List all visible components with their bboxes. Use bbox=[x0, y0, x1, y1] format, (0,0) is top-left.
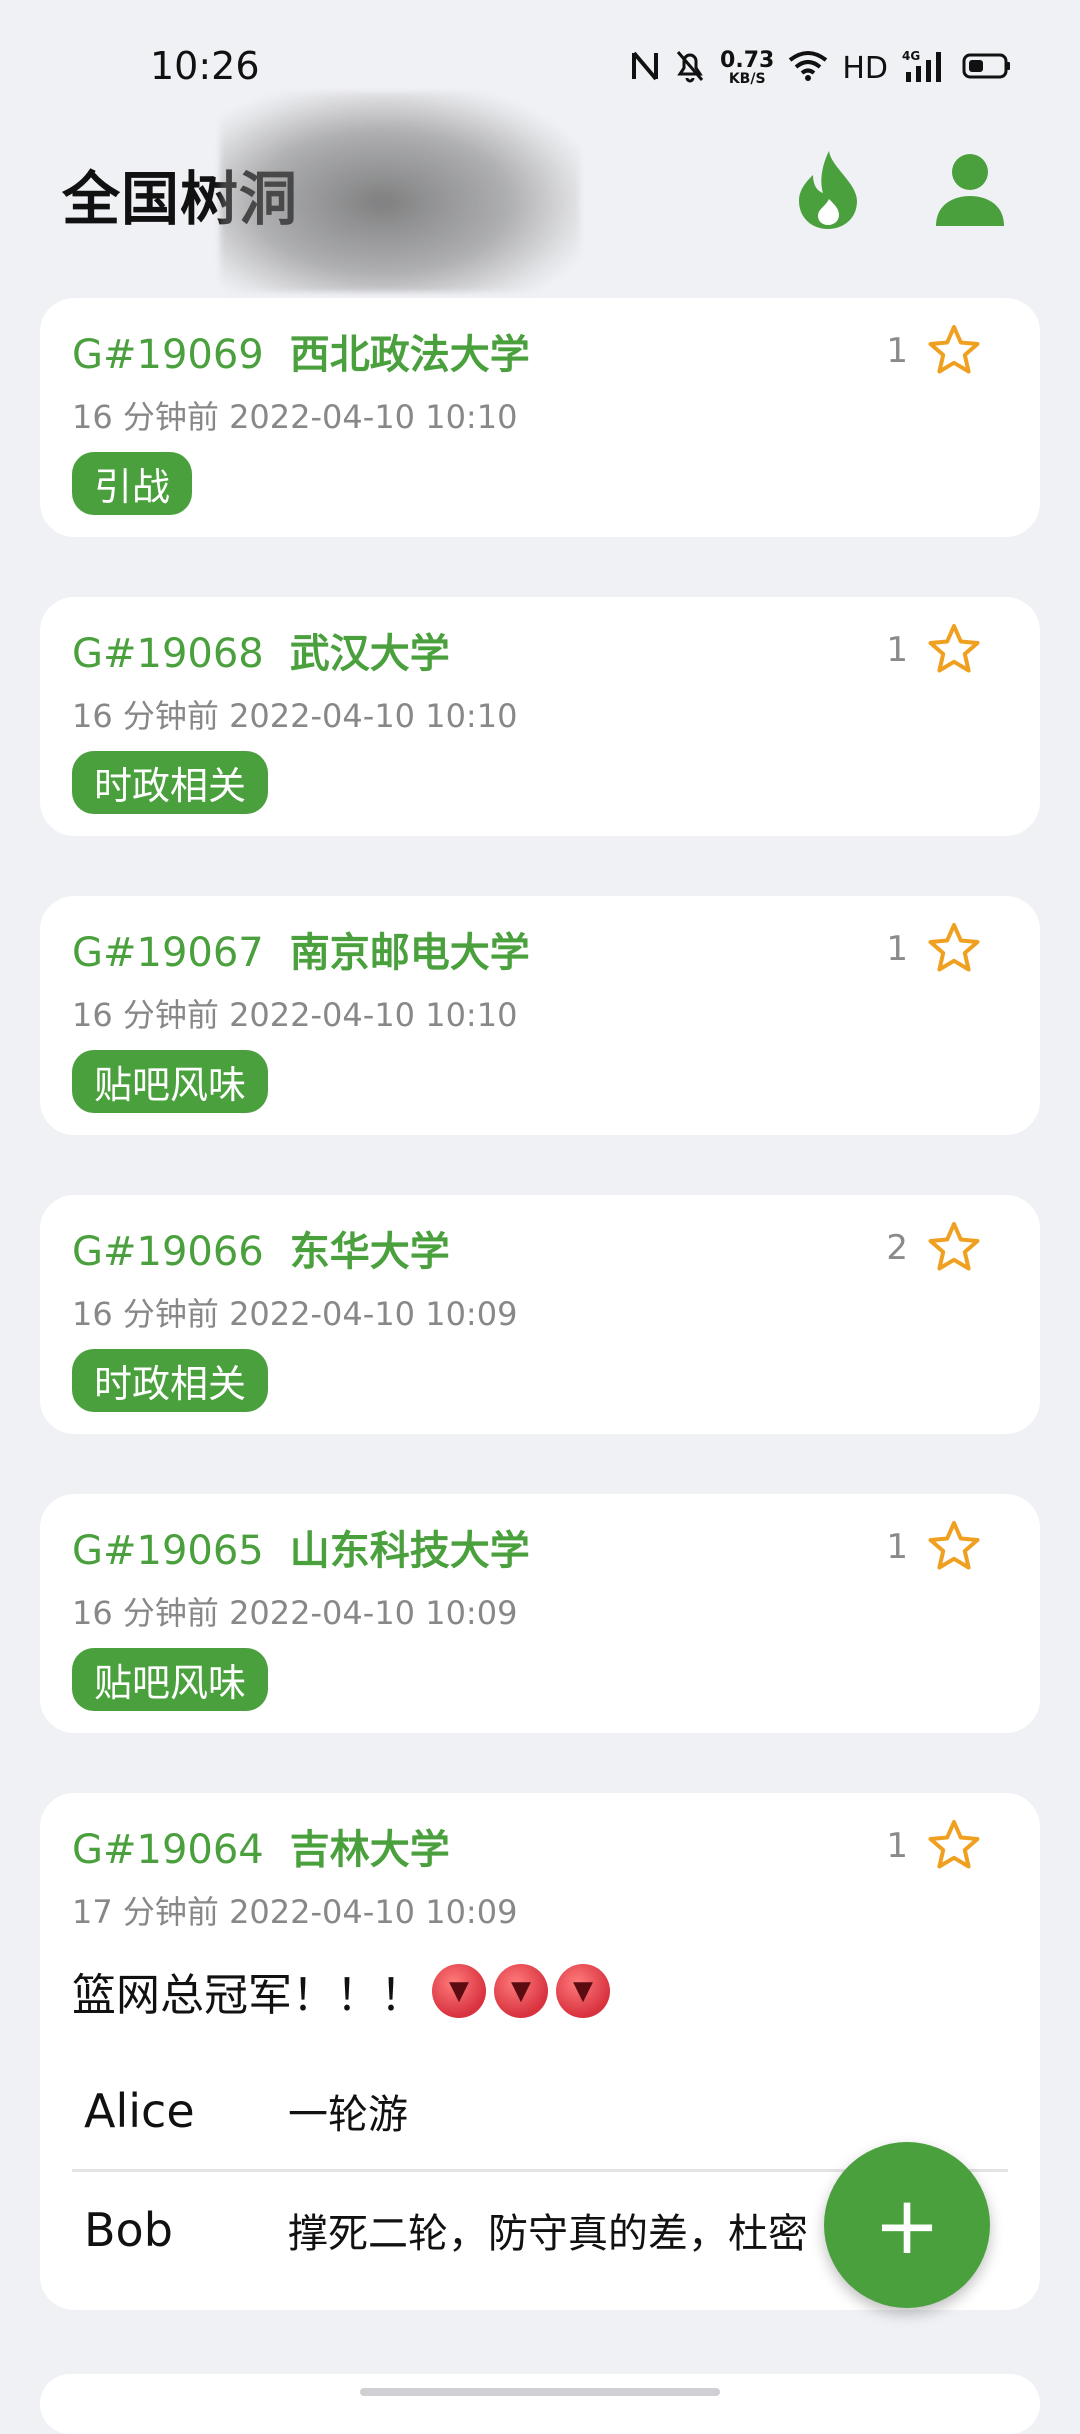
new-post-button[interactable]: + bbox=[824, 2142, 990, 2308]
star-icon[interactable] bbox=[926, 1819, 982, 1873]
profile-button[interactable] bbox=[920, 140, 1020, 240]
network-label: 4G bbox=[902, 49, 920, 63]
star-icon[interactable] bbox=[926, 1221, 982, 1275]
comment-text: 一轮游 bbox=[288, 2092, 408, 2138]
post-body: 篮网总冠军！！！ ▼ ▼ ▼ bbox=[72, 1959, 1008, 2023]
favorite-control[interactable]: 1 bbox=[886, 922, 982, 976]
angry-face-icon: ▼ bbox=[556, 1964, 610, 2018]
status-time: 10:26 bbox=[150, 44, 260, 88]
post-tag[interactable]: 引战 bbox=[72, 452, 193, 515]
post-school: 南京邮电大学 bbox=[289, 930, 530, 976]
post-tag[interactable]: 贴吧风味 bbox=[72, 1050, 269, 1113]
app-bar: 全国树洞 bbox=[0, 92, 1080, 292]
favorite-count: 1 bbox=[886, 331, 908, 371]
post-card[interactable]: G#19066 东华大学 16 分钟前 2022-04-10 10:09 时政相… bbox=[40, 1195, 1040, 1434]
redaction-scribble bbox=[220, 92, 580, 292]
star-icon[interactable] bbox=[926, 623, 982, 677]
post-card[interactable]: G#19067 南京邮电大学 16 分钟前 2022-04-10 10:10 贴… bbox=[40, 896, 1040, 1135]
post-id: G#19067 bbox=[72, 930, 264, 976]
star-icon[interactable] bbox=[926, 1520, 982, 1574]
favorite-control[interactable]: 1 bbox=[886, 1819, 982, 1873]
favorite-control[interactable]: 1 bbox=[886, 623, 982, 677]
favorite-count: 1 bbox=[886, 1826, 908, 1866]
favorite-count: 1 bbox=[886, 929, 908, 969]
post-id: G#19065 bbox=[72, 1528, 264, 1574]
angry-face-icon: ▼ bbox=[494, 1964, 548, 2018]
post-header: G#19067 南京邮电大学 bbox=[72, 920, 1008, 978]
post-school: 西北政法大学 bbox=[289, 332, 530, 378]
net-speed-value: 0.73 bbox=[720, 48, 775, 73]
favorite-count: 1 bbox=[886, 1527, 908, 1567]
hd-label: HD bbox=[842, 50, 888, 86]
net-speed-unit: KB/S bbox=[728, 71, 766, 87]
post-card[interactable]: G#19069 西北政法大学 16 分钟前 2022-04-10 10:10 引… bbox=[40, 298, 1040, 537]
post-school: 吉林大学 bbox=[289, 1827, 450, 1873]
comment-author: Bob bbox=[84, 2203, 173, 2257]
favorite-control[interactable]: 1 bbox=[886, 1520, 982, 1574]
star-icon[interactable] bbox=[926, 324, 982, 378]
wifi-icon bbox=[788, 50, 828, 86]
post-tag[interactable]: 贴吧风味 bbox=[72, 1648, 269, 1711]
post-body-text: 篮网总冠军！！！ bbox=[72, 1970, 424, 2021]
post-tag[interactable]: 时政相关 bbox=[72, 751, 269, 814]
fire-icon bbox=[799, 151, 857, 229]
post-timestamp: 16 分钟前 2022-04-10 10:10 bbox=[72, 996, 518, 1034]
post-id: G#19064 bbox=[72, 1827, 264, 1873]
status-icons: 0.73 KB/S HD 4G bbox=[630, 46, 1012, 90]
favorite-count: 2 bbox=[886, 1228, 908, 1268]
post-id: G#19066 bbox=[72, 1229, 264, 1275]
post-id: G#19069 bbox=[72, 332, 264, 378]
favorite-control[interactable]: 1 bbox=[886, 324, 982, 378]
angry-face-icon: ▼ bbox=[432, 1964, 486, 2018]
home-indicator[interactable] bbox=[360, 2388, 720, 2396]
battery-icon bbox=[962, 52, 1012, 84]
post-header: G#19069 西北政法大学 bbox=[72, 322, 1008, 380]
post-header: G#19064 吉林大学 bbox=[72, 1817, 1008, 1875]
post-header: G#19065 山东科技大学 bbox=[72, 1518, 1008, 1576]
favorite-control[interactable]: 2 bbox=[886, 1221, 982, 1275]
post-id: G#19068 bbox=[72, 631, 264, 677]
user-icon bbox=[936, 154, 1004, 226]
post-header: G#19066 东华大学 bbox=[72, 1219, 1008, 1277]
next-post-card[interactable] bbox=[40, 2374, 1040, 2434]
post-tag[interactable]: 时政相关 bbox=[72, 1349, 269, 1412]
post-school: 山东科技大学 bbox=[289, 1528, 530, 1574]
post-school: 东华大学 bbox=[289, 1229, 450, 1275]
mute-icon bbox=[674, 48, 706, 88]
post-header: G#19068 武汉大学 bbox=[72, 621, 1008, 679]
hot-button[interactable] bbox=[778, 140, 878, 240]
post-timestamp: 16 分钟前 2022-04-10 10:09 bbox=[72, 1295, 518, 1333]
comment-text: 撑死二轮，防守真的差，杜密 bbox=[288, 2211, 808, 2257]
post-timestamp: 17 分钟前 2022-04-10 10:09 bbox=[72, 1893, 518, 1931]
nfc-icon bbox=[630, 49, 660, 87]
post-card[interactable]: G#19068 武汉大学 16 分钟前 2022-04-10 10:10 时政相… bbox=[40, 597, 1040, 836]
post-timestamp: 16 分钟前 2022-04-10 10:10 bbox=[72, 697, 518, 735]
comment-author: Alice bbox=[84, 2084, 195, 2138]
post-timestamp: 16 分钟前 2022-04-10 10:09 bbox=[72, 1594, 518, 1632]
net-speed: 0.73 KB/S bbox=[720, 48, 775, 87]
post-feed: G#19069 西北政法大学 16 分钟前 2022-04-10 10:10 引… bbox=[40, 298, 1040, 2370]
post-school: 武汉大学 bbox=[289, 631, 450, 677]
star-icon[interactable] bbox=[926, 922, 982, 976]
post-timestamp: 16 分钟前 2022-04-10 10:10 bbox=[72, 398, 518, 436]
post-card[interactable]: G#19065 山东科技大学 16 分钟前 2022-04-10 10:09 贴… bbox=[40, 1494, 1040, 1733]
signal-icon: 4G bbox=[902, 48, 948, 88]
favorite-count: 1 bbox=[886, 630, 908, 670]
